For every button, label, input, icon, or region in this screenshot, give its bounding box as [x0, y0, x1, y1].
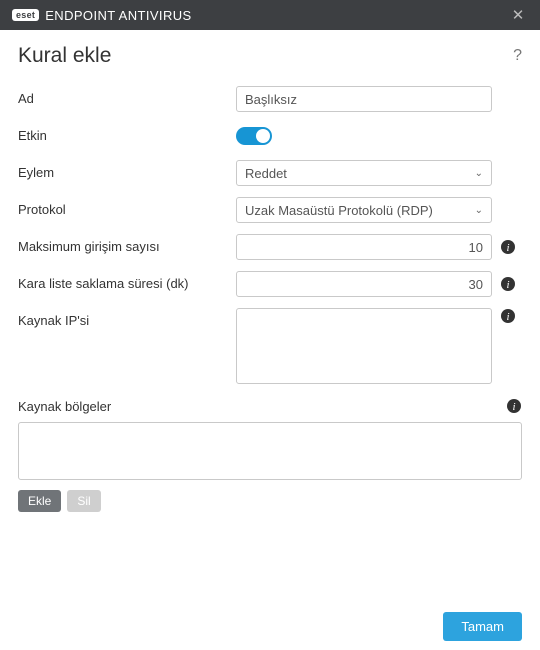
label-max-attempts: Maksimum girişim sayısı [18, 234, 236, 254]
close-icon: ✕ [512, 6, 525, 24]
protocol-select-value: Uzak Masaüstü Protokolü (RDP) [245, 203, 433, 218]
info-icon: i [500, 308, 516, 324]
label-source-ip: Kaynak IP'si [18, 308, 236, 328]
source-ip-input[interactable] [236, 308, 492, 384]
svg-text:i: i [512, 401, 515, 413]
enabled-toggle[interactable] [236, 127, 272, 145]
label-source-regions: Kaynak bölgeler [18, 399, 111, 414]
svg-text:i: i [506, 279, 509, 291]
max-attempts-input[interactable] [236, 234, 492, 260]
label-enabled: Etkin [18, 123, 236, 143]
info-icon: i [506, 398, 522, 414]
titlebar: eset ENDPOINT ANTIVIRUS ✕ [0, 0, 540, 30]
chevron-down-icon: ⌄ [475, 168, 483, 179]
info-icon: i [500, 239, 516, 255]
blacklist-duration-input[interactable] [236, 271, 492, 297]
info-icon: i [500, 276, 516, 292]
row-max-attempts: Maksimum girişim sayısı i [18, 234, 522, 260]
ok-button[interactable]: Tamam [443, 612, 522, 641]
row-source-regions-label: Kaynak bölgeler i [18, 398, 522, 414]
footer: Tamam [0, 602, 540, 650]
help-icon: ? [513, 47, 522, 64]
chevron-down-icon: ⌄ [475, 205, 483, 216]
svg-text:i: i [506, 311, 509, 323]
info-blacklist-duration[interactable]: i [500, 276, 516, 292]
label-action: Eylem [18, 160, 236, 180]
brand-badge: eset [12, 9, 39, 21]
svg-text:i: i [506, 242, 509, 254]
row-action: Eylem Reddet ⌄ [18, 160, 522, 186]
page-title: Kural ekle [18, 44, 111, 68]
name-input[interactable] [236, 86, 492, 112]
delete-region-button: Sil [67, 490, 100, 512]
info-source-regions[interactable]: i [506, 398, 522, 414]
info-max-attempts[interactable]: i [500, 239, 516, 255]
row-protocol: Protokol Uzak Masaüstü Protokolü (RDP) ⌄ [18, 197, 522, 223]
add-region-button[interactable]: Ekle [18, 490, 61, 512]
info-source-ip[interactable]: i [500, 308, 516, 324]
regions-button-row: Ekle Sil [18, 490, 522, 512]
row-source-ip: Kaynak IP'si i [18, 308, 522, 384]
protocol-select[interactable]: Uzak Masaüstü Protokolü (RDP) ⌄ [236, 197, 492, 223]
label-blacklist-duration: Kara liste saklama süresi (dk) [18, 271, 236, 291]
help-button[interactable]: ? [513, 47, 522, 65]
toggle-knob [256, 129, 270, 143]
close-button[interactable]: ✕ [506, 3, 530, 27]
label-name: Ad [18, 86, 236, 106]
row-name: Ad [18, 86, 522, 112]
action-select[interactable]: Reddet ⌄ [236, 160, 492, 186]
content-area: Kural ekle ? Ad Etkin Eylem Reddet ⌄ Pro… [0, 30, 540, 512]
product-title: ENDPOINT ANTIVIRUS [45, 8, 506, 23]
action-select-value: Reddet [245, 166, 287, 181]
row-enabled: Etkin [18, 123, 522, 149]
row-blacklist-duration: Kara liste saklama süresi (dk) i [18, 271, 522, 297]
heading-row: Kural ekle ? [18, 44, 522, 68]
label-protocol: Protokol [18, 197, 236, 217]
source-regions-list[interactable] [18, 422, 522, 480]
